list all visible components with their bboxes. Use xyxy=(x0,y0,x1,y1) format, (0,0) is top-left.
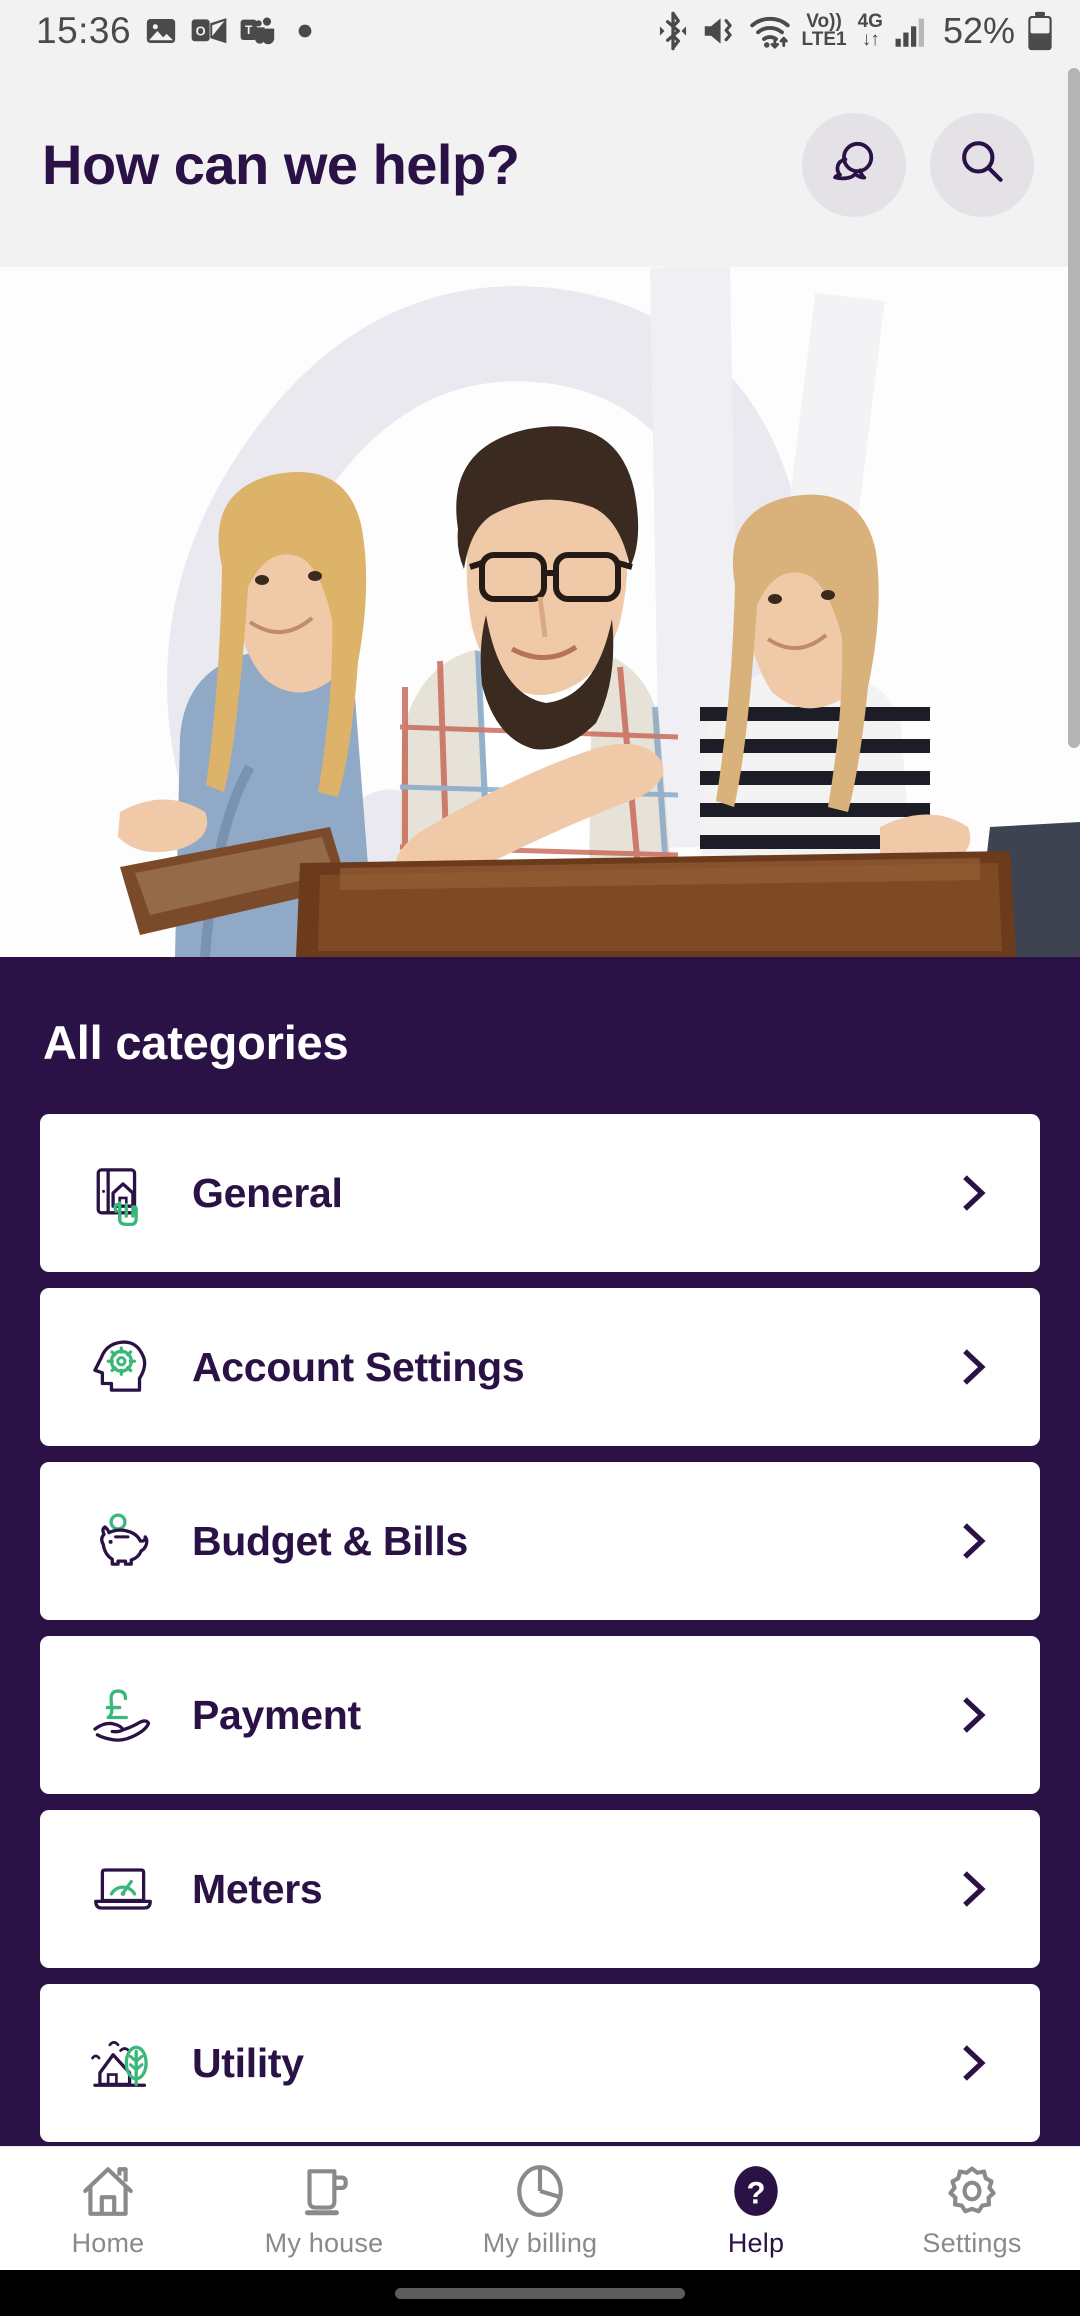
svg-text:T: T xyxy=(245,23,253,37)
nav-item-settings[interactable]: Settings xyxy=(864,2158,1080,2259)
photos-icon xyxy=(144,14,178,48)
app-header: How can we help? xyxy=(0,62,1080,267)
category-item-general[interactable]: General xyxy=(40,1114,1040,1272)
header-actions xyxy=(802,112,1034,217)
svg-text:?: ? xyxy=(747,2175,766,2210)
wifi-icon xyxy=(749,13,791,49)
category-label: General xyxy=(192,1169,343,1216)
piggy-bank-with-coin-icon xyxy=(90,1508,156,1574)
category-item-budget-bills[interactable]: Budget & Bills xyxy=(40,1462,1040,1620)
status-bar-right: Vo)) LTE1 4G ↓↑ 52% xyxy=(657,10,1054,52)
mobile-data-4g-icon: 4G ↓↑ xyxy=(857,10,883,50)
mug-icon xyxy=(295,2158,353,2220)
outlook-icon: O xyxy=(191,16,227,46)
hero-image xyxy=(0,267,1080,957)
laptop-with-gauge-icon xyxy=(90,1856,156,1922)
battery-icon xyxy=(1026,11,1054,51)
category-label: Meters xyxy=(192,1865,323,1912)
chevron-right-icon xyxy=(952,1868,994,1910)
teams-icon: T xyxy=(240,15,276,47)
signal-bars-icon xyxy=(894,14,928,48)
hero-photo xyxy=(118,426,1080,957)
category-label: Utility xyxy=(192,2039,304,2086)
all-categories-panel: All categories General Account Settings … xyxy=(0,957,1080,2146)
system-navigation-bar xyxy=(0,2270,1080,2316)
house-in-frame-with-hand-icon xyxy=(90,1160,156,1226)
category-label: Account Settings xyxy=(192,1343,525,1390)
house-with-tree-icon xyxy=(90,2030,156,2096)
volte-icon: Vo)) LTE1 xyxy=(801,10,847,50)
chat-button[interactable] xyxy=(802,112,906,217)
question-mark-circle-icon: ? xyxy=(727,2158,785,2220)
home-icon xyxy=(79,2158,137,2220)
system-status-bar: 15:36 O T Vo)) LTE1 4G ↓↑ 52% xyxy=(0,0,1080,62)
nav-item-my-house[interactable]: My house xyxy=(216,2158,432,2259)
hand-holding-pound-icon xyxy=(90,1682,156,1748)
chevron-right-icon xyxy=(952,2042,994,2084)
category-item-utility[interactable]: Utility xyxy=(40,1984,1040,2142)
status-bar-clock: 15:36 xyxy=(36,10,132,51)
battery-percentage-label: 52% xyxy=(942,10,1015,51)
chat-bubble-icon xyxy=(827,135,881,194)
category-list: General Account Settings Budget & Bills … xyxy=(40,1114,1040,2142)
nav-label: My billing xyxy=(482,2228,598,2258)
nav-item-help[interactable]: ? Help xyxy=(648,2158,864,2259)
category-item-account-settings[interactable]: Account Settings xyxy=(40,1288,1040,1446)
page-scrollbar[interactable] xyxy=(1068,68,1080,748)
pie-chart-icon xyxy=(511,2158,569,2220)
nav-label: Settings xyxy=(922,2228,1022,2258)
chevron-right-icon xyxy=(952,1520,994,1562)
nav-item-my-billing[interactable]: My billing xyxy=(432,2158,648,2259)
search-button[interactable] xyxy=(930,112,1034,217)
status-bar-left: 15:36 O T xyxy=(36,10,313,52)
nav-item-home[interactable]: Home xyxy=(0,2158,216,2259)
gesture-handle[interactable] xyxy=(395,2287,685,2299)
chevron-right-icon xyxy=(952,1172,994,1214)
category-label: Budget & Bills xyxy=(192,1517,468,1564)
category-item-payment[interactable]: Payment xyxy=(40,1636,1040,1794)
nav-label: Home xyxy=(71,2228,145,2258)
nav-label: Help xyxy=(727,2228,785,2258)
mute-vibrate-icon xyxy=(700,12,738,50)
nav-label: My house xyxy=(264,2228,384,2258)
category-item-meters[interactable]: Meters xyxy=(40,1810,1040,1968)
svg-text:O: O xyxy=(196,24,206,39)
bluetooth-icon xyxy=(657,11,689,51)
head-with-gear-icon xyxy=(90,1334,156,1400)
category-label: Payment xyxy=(192,1691,361,1738)
app-screen: 15:36 O T Vo)) LTE1 4G ↓↑ 52% How can we… xyxy=(0,0,1080,2316)
page-title: How can we help? xyxy=(42,133,520,196)
search-icon xyxy=(956,136,1008,193)
chevron-right-icon xyxy=(952,1694,994,1736)
section-heading: All categories xyxy=(43,1016,349,1069)
chevron-right-icon xyxy=(952,1346,994,1388)
gear-icon xyxy=(943,2158,1001,2220)
more-dot-icon xyxy=(297,23,313,39)
bottom-navigation-bar: Home My house My billing ? Help Settings xyxy=(0,2146,1080,2270)
